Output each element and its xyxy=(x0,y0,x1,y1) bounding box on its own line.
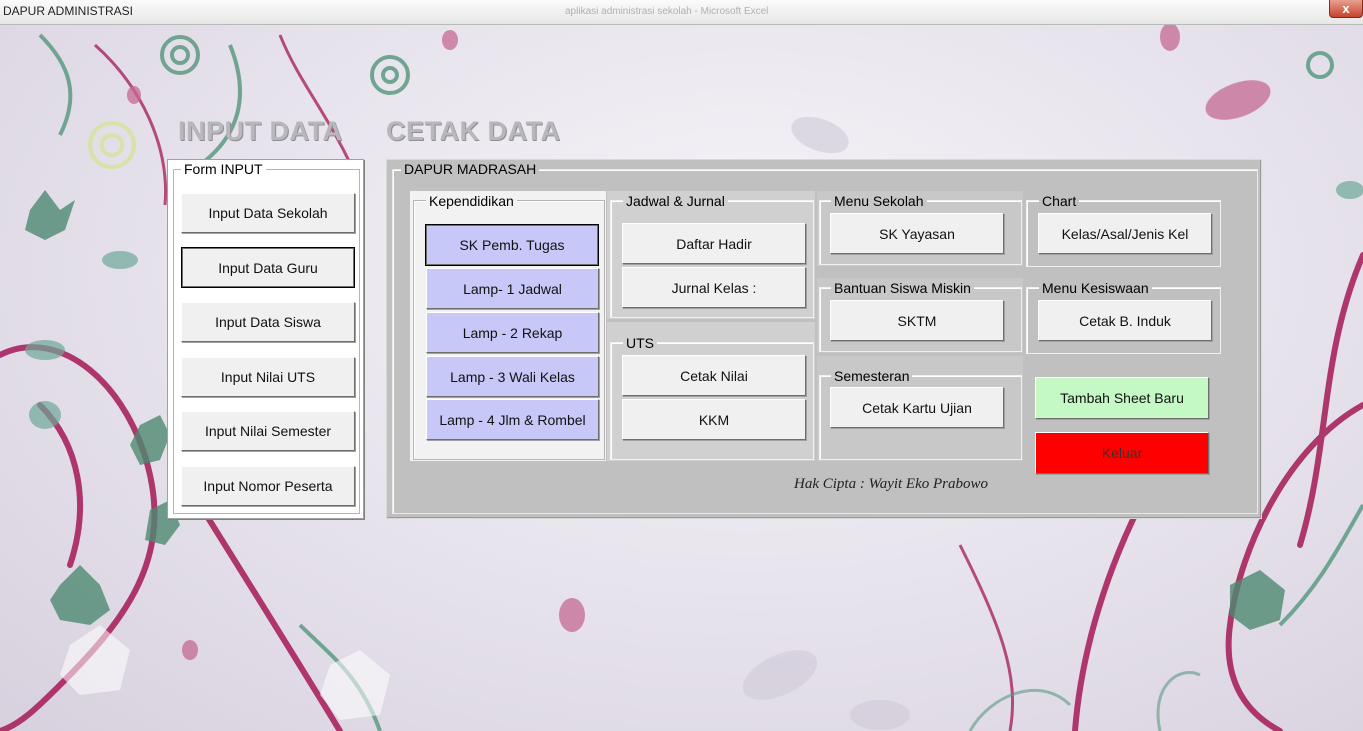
lamp-1-jadwal-button[interactable]: Lamp- 1 Jadwal xyxy=(426,268,599,309)
chart-legend: Chart xyxy=(1039,193,1080,209)
kependidikan-legend: Kependidikan xyxy=(426,193,517,209)
window-close-button[interactable]: x xyxy=(1329,0,1363,18)
kkm-button[interactable]: KKM xyxy=(622,399,806,440)
input-data-sekolah-button[interactable]: Input Data Sekolah xyxy=(181,193,355,233)
input-nilai-semester-button[interactable]: Input Nilai Semester xyxy=(181,411,355,451)
input-nilai-uts-button[interactable]: Input Nilai UTS xyxy=(181,357,355,397)
kesiswaan-legend: Menu Kesiswaan xyxy=(1039,280,1152,296)
window-titlebar: DAPUR ADMINISTRASI aplikasi administrasi… xyxy=(0,0,1363,25)
input-data-guru-button[interactable]: Input Data Guru xyxy=(181,247,355,288)
jurnal-kelas-button[interactable]: Jurnal Kelas : xyxy=(622,267,806,308)
menu-sekolah-legend: Menu Sekolah xyxy=(831,193,927,209)
semesteran-legend: Semesteran xyxy=(831,368,913,384)
input-data-heading: INPUT DATA xyxy=(178,116,343,146)
tambah-sheet-baru-button[interactable]: Tambah Sheet Baru xyxy=(1035,377,1209,419)
keluar-button[interactable]: Keluar xyxy=(1035,432,1209,474)
cetak-b-induk-button[interactable]: Cetak B. Induk xyxy=(1038,300,1212,341)
cetak-data-heading: CETAK DATA xyxy=(386,116,561,146)
sktm-button[interactable]: SKTM xyxy=(830,300,1004,341)
sk-yayasan-button[interactable]: SK Yayasan xyxy=(830,213,1004,254)
input-nomor-peserta-button[interactable]: Input Nomor Peserta xyxy=(181,466,355,506)
cetak-kartu-ujian-button[interactable]: Cetak Kartu Ujian xyxy=(830,387,1004,428)
lamp-4-jlm-rombel-button[interactable]: Lamp - 4 Jlm & Rombel xyxy=(426,399,599,440)
window-faint-title: aplikasi administrasi sekolah - Microsof… xyxy=(565,6,769,17)
window-title: DAPUR ADMINISTRASI xyxy=(3,4,134,18)
jadwal-jurnal-legend: Jadwal & Jurnal xyxy=(623,193,728,209)
lamp-3-wali-kelas-button[interactable]: Lamp - 3 Wali Kelas xyxy=(426,356,599,397)
input-data-siswa-button[interactable]: Input Data Siswa xyxy=(181,302,355,342)
bantuan-legend: Bantuan Siswa Miskin xyxy=(831,280,974,296)
dapur-madrasah-legend: DAPUR MADRASAH xyxy=(401,161,540,177)
kelas-asal-jenis-kel-button[interactable]: Kelas/Asal/Jenis Kel xyxy=(1038,213,1212,254)
sk-pemb-tugas-button[interactable]: SK Pemb. Tugas xyxy=(425,224,599,266)
form-input-legend: Form INPUT xyxy=(181,161,266,177)
daftar-hadir-button[interactable]: Daftar Hadir xyxy=(622,223,806,264)
lamp-2-rekap-button[interactable]: Lamp - 2 Rekap xyxy=(426,312,599,353)
uts-legend: UTS xyxy=(623,335,657,351)
cetak-nilai-button[interactable]: Cetak Nilai xyxy=(622,355,806,396)
copyright-text: Hak Cipta : Wayit Eko Prabowo xyxy=(794,476,989,492)
